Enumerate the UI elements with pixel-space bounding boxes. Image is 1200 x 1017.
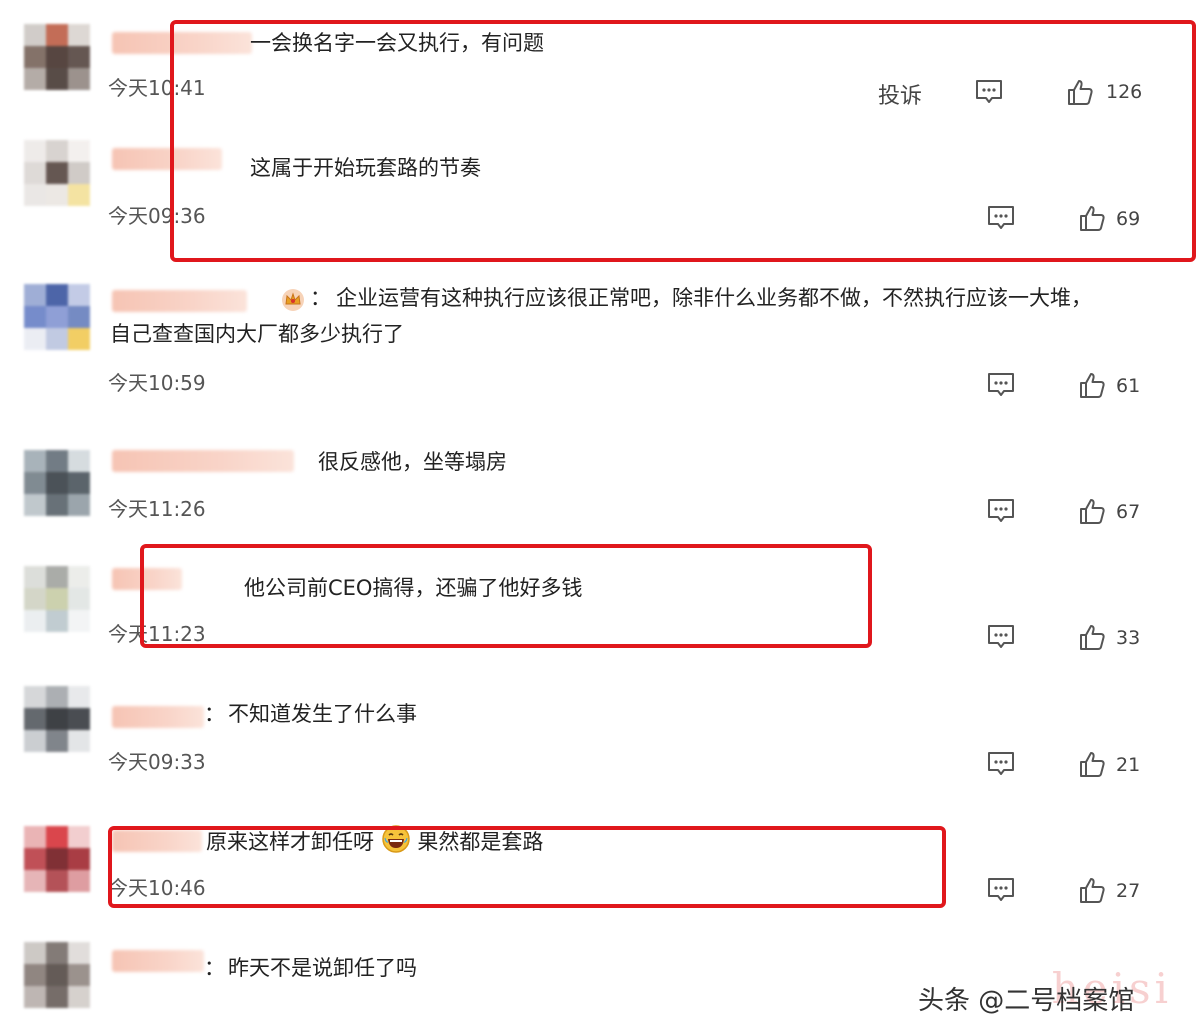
username[interactable] — [112, 32, 252, 54]
comment-time: 今天11:23 — [108, 622, 206, 646]
comment-time: 今天11:26 — [108, 497, 206, 521]
like-count: 21 — [1116, 754, 1141, 776]
comment-bubble-icon[interactable] — [986, 750, 1016, 778]
avatar[interactable] — [24, 284, 90, 350]
comment-text: 很反感他，坐等塌房 — [318, 450, 507, 474]
comment-text-part2: 果然都是套路 — [417, 830, 544, 854]
avatar[interactable] — [24, 450, 90, 516]
username[interactable] — [112, 830, 202, 852]
comment-time: 今天10:46 — [108, 876, 206, 900]
like-count: 126 — [1106, 81, 1143, 103]
source-watermark: 头条 @二号档案馆 — [918, 986, 1135, 1016]
comment-text: 这属于开始玩套路的节奏 — [250, 156, 481, 180]
comment-prefix: ： — [310, 286, 331, 310]
avatar[interactable] — [24, 826, 90, 892]
username[interactable] — [112, 706, 204, 728]
like-count: 61 — [1116, 375, 1141, 397]
avatar[interactable] — [24, 140, 90, 206]
username[interactable] — [112, 568, 182, 590]
laughing-emoji-icon — [381, 825, 410, 853]
avatar[interactable] — [24, 566, 90, 632]
username[interactable] — [112, 450, 294, 472]
thumbs-up-icon[interactable] — [1078, 623, 1106, 651]
comment-bubble-icon[interactable] — [974, 78, 1004, 106]
comment-bubble-icon[interactable] — [986, 623, 1016, 651]
comment-text: 原来这样才卸任呀 果然都是套路 — [206, 824, 543, 860]
comment-bubble-icon[interactable] — [986, 371, 1016, 399]
thumbs-up-icon[interactable] — [1078, 750, 1106, 778]
comment-text: 昨天不是说卸任了吗 — [228, 956, 417, 980]
crown-badge-icon — [282, 289, 304, 311]
comment-text-part1: 原来这样才卸任呀 — [206, 830, 374, 854]
thumbs-up-icon[interactable] — [1078, 371, 1106, 399]
comment-bubble-icon[interactable] — [986, 497, 1016, 525]
comment-time: 今天10:59 — [108, 371, 206, 395]
comment-text: 企业运营有这种执行应该很正常吧，除非什么业务都不做，不然执行应该一大堆， — [336, 286, 1092, 310]
username[interactable] — [112, 950, 204, 972]
thumbs-up-icon[interactable] — [1078, 204, 1106, 232]
like-count: 67 — [1116, 501, 1141, 523]
comment-bubble-icon[interactable] — [986, 876, 1016, 904]
like-count: 27 — [1116, 880, 1141, 902]
like-count: 33 — [1116, 627, 1141, 649]
thumbs-up-icon[interactable] — [1066, 78, 1094, 106]
comment-text: 他公司前CEO搞得，还骗了他好多钱 — [244, 576, 583, 600]
comment-bubble-icon[interactable] — [986, 204, 1016, 232]
username[interactable] — [112, 290, 247, 312]
comment-time: 今天09:36 — [108, 204, 206, 228]
comment-prefix: ： — [204, 702, 225, 726]
avatar[interactable] — [24, 24, 90, 90]
comment-text: 一会换名字一会又执行，有问题 — [250, 31, 544, 55]
avatar[interactable] — [24, 686, 90, 752]
comment-text-continued: 自己查查国内大厂都多少执行了 — [110, 322, 404, 346]
comment-time: 今天09:33 — [108, 750, 206, 774]
like-count: 69 — [1116, 208, 1141, 230]
comment-time: 今天10:41 — [108, 76, 206, 100]
avatar[interactable] — [24, 942, 90, 1008]
thumbs-up-icon[interactable] — [1078, 497, 1106, 525]
username[interactable] — [112, 148, 222, 170]
comment-text: 不知道发生了什么事 — [228, 702, 417, 726]
comment-prefix: ： — [204, 956, 225, 980]
thumbs-up-icon[interactable] — [1078, 876, 1106, 904]
report-button[interactable]: 投诉 — [878, 78, 922, 110]
